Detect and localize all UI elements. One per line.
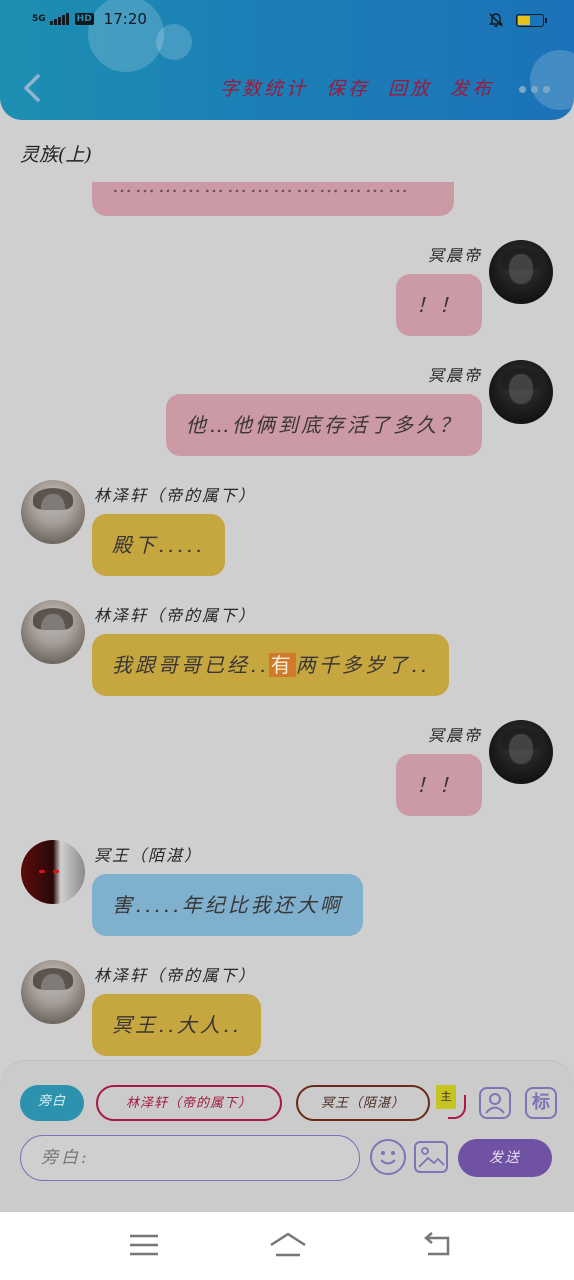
chat-area[interactable]: ………………………………… 冥晨帝 ！！ 冥晨帝 他…他俩到底存活了多久？ 林泽…	[0, 182, 574, 1062]
battery-icon	[516, 13, 547, 27]
avatar[interactable]	[489, 360, 553, 424]
signal-icon	[49, 13, 69, 25]
role-chip-narration[interactable]: 旁白	[20, 1085, 84, 1121]
sender-name: 冥晨帝	[427, 246, 482, 265]
system-nav-bar	[0, 1212, 574, 1280]
message-bubble[interactable]: 害.....年纪比我还大啊	[92, 874, 363, 936]
message-text: 我跟哥哥已经..	[112, 653, 269, 677]
toolbar: 字数统计 保存 回放 发布	[0, 62, 574, 114]
clock: 17:20	[103, 10, 147, 28]
message-input-wrap	[20, 1135, 360, 1181]
image-icon[interactable]	[414, 1141, 448, 1173]
sender-name: 林泽轩（帝的属下）	[94, 966, 257, 985]
send-button[interactable]: 发送	[458, 1139, 552, 1177]
app-header: 5G HD 17:20 字数统计 保存 回放 发布	[0, 0, 574, 120]
toolbar-menu: 字数统计 保存 回放 发布	[220, 74, 494, 101]
highlighted-text: 有	[268, 653, 296, 677]
avatar[interactable]	[21, 960, 85, 1024]
user-profile-icon[interactable]	[479, 1087, 511, 1119]
avatar[interactable]	[21, 600, 85, 664]
hd-badge: HD	[74, 13, 94, 25]
tag-label: 标	[532, 1092, 550, 1113]
publish-button[interactable]: 发布	[450, 74, 494, 101]
sender-name: 林泽轩（帝的属下）	[94, 486, 257, 505]
sender-name: 冥晨帝	[427, 726, 482, 745]
avatar[interactable]	[21, 840, 85, 904]
network-type: 5G	[32, 13, 46, 24]
avatar[interactable]	[489, 240, 553, 304]
message-input[interactable]	[41, 1136, 341, 1179]
input-panel: 旁白 林泽轩（帝的属下） 冥王（陌湛） 主 标 发送	[0, 1060, 574, 1212]
role-chip-ming[interactable]: 冥王（陌湛）	[296, 1085, 430, 1121]
status-bar: 5G HD 17:20	[0, 0, 574, 40]
avatar[interactable]	[489, 720, 553, 784]
swipe-mark	[448, 1095, 466, 1119]
back-nav-icon[interactable]	[420, 1230, 456, 1260]
save-button[interactable]: 保存	[326, 74, 370, 101]
avatar[interactable]	[21, 480, 85, 544]
tag-icon[interactable]: 标	[525, 1087, 557, 1119]
back-arrow-icon[interactable]	[18, 72, 46, 104]
message-bubble[interactable]: 我跟哥哥已经.. 有两千多岁了..	[92, 634, 450, 696]
word-count-button[interactable]: 字数统计	[220, 74, 308, 101]
message-bubble[interactable]: ！！	[396, 754, 482, 816]
emoji-icon[interactable]	[370, 1139, 406, 1175]
chapter-title: 灵族(上)	[20, 144, 92, 166]
message-bubble[interactable]: 冥王..大人..	[92, 994, 262, 1056]
sender-name: 冥晨帝	[427, 366, 482, 385]
message-text: 两千多岁了..	[295, 653, 430, 677]
home-icon[interactable]	[268, 1230, 308, 1260]
message-bubble[interactable]: 他…他俩到底存活了多久？	[166, 394, 482, 456]
mute-bell-icon	[489, 13, 503, 27]
battery-level	[518, 15, 530, 25]
sender-name: 冥王（陌湛）	[94, 846, 203, 865]
sender-name: 林泽轩（帝的属下）	[94, 606, 257, 625]
message-bubble[interactable]: ！！	[396, 274, 482, 336]
menu-icon[interactable]	[126, 1230, 162, 1260]
more-options-icon[interactable]	[519, 86, 550, 93]
message-bubble-partial: …………………………………	[92, 182, 454, 216]
replay-button[interactable]: 回放	[388, 74, 432, 101]
message-bubble[interactable]: 殿下.....	[92, 514, 225, 576]
role-chip-lin[interactable]: 林泽轩（帝的属下）	[96, 1085, 282, 1121]
